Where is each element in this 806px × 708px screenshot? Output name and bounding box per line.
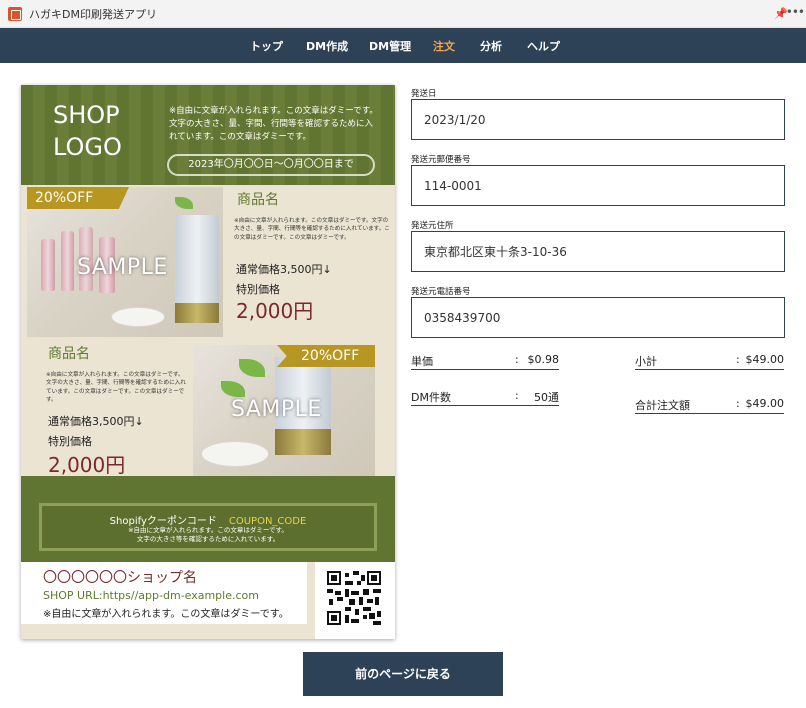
shop-info: 〇〇〇〇〇〇ショップ名 SHOP URL:https//app-dm-examp… [21, 562, 307, 624]
nav-item-dm-create[interactable]: DM作成 [306, 38, 348, 54]
subtotal-row: 小計 : $49.00 [635, 350, 784, 370]
product-image-1: SAMPLE [27, 187, 223, 337]
product-desc-2: ※自由に文章が入れられます。この文章はダミーです。文字の大きさ、量、字間、行間等… [46, 372, 186, 404]
window-title: ハガキDM印刷発送アプリ [29, 7, 157, 21]
dm-count-label: DM件数 [411, 391, 451, 404]
product-name-2: 商品名 [48, 346, 90, 362]
product-desc-1: ※自由に文章が入れられます。この文章はダミーです。文字の大きさ、量、字間、行間等… [234, 218, 390, 241]
special-price-1: 2,000円 [236, 299, 314, 323]
subtotal-value: $49.00 [745, 353, 785, 366]
total-row: 合計注文額 : $49.00 [635, 394, 784, 414]
app-icon [8, 6, 22, 21]
unit-price-label: 単価 [411, 355, 433, 368]
discount-badge-2: 20%OFF [277, 345, 375, 367]
special-price-2: 2,000円 [48, 453, 126, 477]
coupon-note-line-1: ※自由に文章が入れられます。この文章はダミーです。 [128, 526, 288, 534]
unit-price-row: 単価 : $0.98 [411, 350, 559, 370]
special-price-label-2: 特別価格 [48, 435, 92, 448]
sample-watermark-1: SAMPLE [77, 255, 168, 280]
nav-item-top[interactable]: トップ [250, 38, 283, 54]
dm-preview: SHOP LOGO ※自由に文章が入れられます。この文章はダミーです。文字の大き… [21, 85, 395, 639]
nav-item-order[interactable]: 注文 [433, 38, 455, 54]
shop-note: ※自由に文章が入れられます。この文章はダミーです。 [43, 609, 289, 620]
coupon-note-line-2: 文字の大きさ等を確認するために入れています。 [136, 535, 280, 543]
main-navbar: トップ DM作成 DM管理 注文 分析 ヘルプ [0, 28, 806, 63]
total-label: 合計注文額 [635, 399, 690, 412]
sender-phone-label: 発送元電話番号 [411, 287, 471, 297]
back-button[interactable]: 前のページに戻る [303, 652, 503, 696]
ship-date-input[interactable] [411, 99, 785, 140]
sender-address-input[interactable] [411, 231, 785, 272]
date-range: 2023年〇月〇〇日〜〇月〇〇日まで [167, 154, 375, 176]
shop-name: 〇〇〇〇〇〇ショップ名 [43, 570, 197, 586]
subtotal-label: 小計 [635, 355, 657, 368]
qr-code-icon [327, 571, 381, 625]
nav-item-analytics[interactable]: 分析 [480, 38, 502, 54]
product-name-1: 商品名 [237, 192, 279, 208]
nav-item-dm-manage[interactable]: DM管理 [369, 38, 411, 54]
qr-code-box [315, 562, 395, 639]
sender-phone-input[interactable] [411, 297, 785, 338]
regular-price-1: 通常価格3,500円↓ [236, 263, 332, 276]
flyer-header: SHOP LOGO ※自由に文章が入れられます。この文章はダミーです。文字の大き… [21, 85, 395, 185]
total-value: $49.00 [745, 397, 785, 410]
window-titlebar: ハガキDM印刷発送アプリ 📌 ••• [0, 0, 806, 28]
sender-zip-label: 発送元郵便番号 [411, 155, 471, 165]
regular-price-2: 通常価格3,500円↓ [48, 415, 144, 428]
sender-address-label: 発送元住所 [411, 221, 454, 231]
shop-logo: SHOP LOGO [53, 101, 122, 161]
header-text: ※自由に文章が入れられます。この文章はダミーです。文字の大きさ、量、字間、行間等… [169, 106, 378, 142]
nav-item-help[interactable]: ヘルプ [527, 38, 560, 54]
dm-count-value: 50通 [534, 391, 559, 404]
coupon-box: Shopifyクーポンコード COUPON_CODE ※自由に文章が入れられます。… [39, 503, 377, 551]
unit-price-value: $0.98 [527, 353, 560, 366]
shop-url: SHOP URL:https//app-dm-example.com [43, 589, 259, 602]
ship-date-label: 発送日 [411, 89, 437, 99]
sender-zip-input[interactable] [411, 165, 785, 206]
dm-count-row: DM件数 : 50通 [411, 386, 559, 406]
sample-watermark-2: SAMPLE [231, 397, 322, 422]
more-options-icon[interactable]: ••• [786, 5, 805, 19]
discount-badge-1: 20%OFF [27, 187, 129, 209]
